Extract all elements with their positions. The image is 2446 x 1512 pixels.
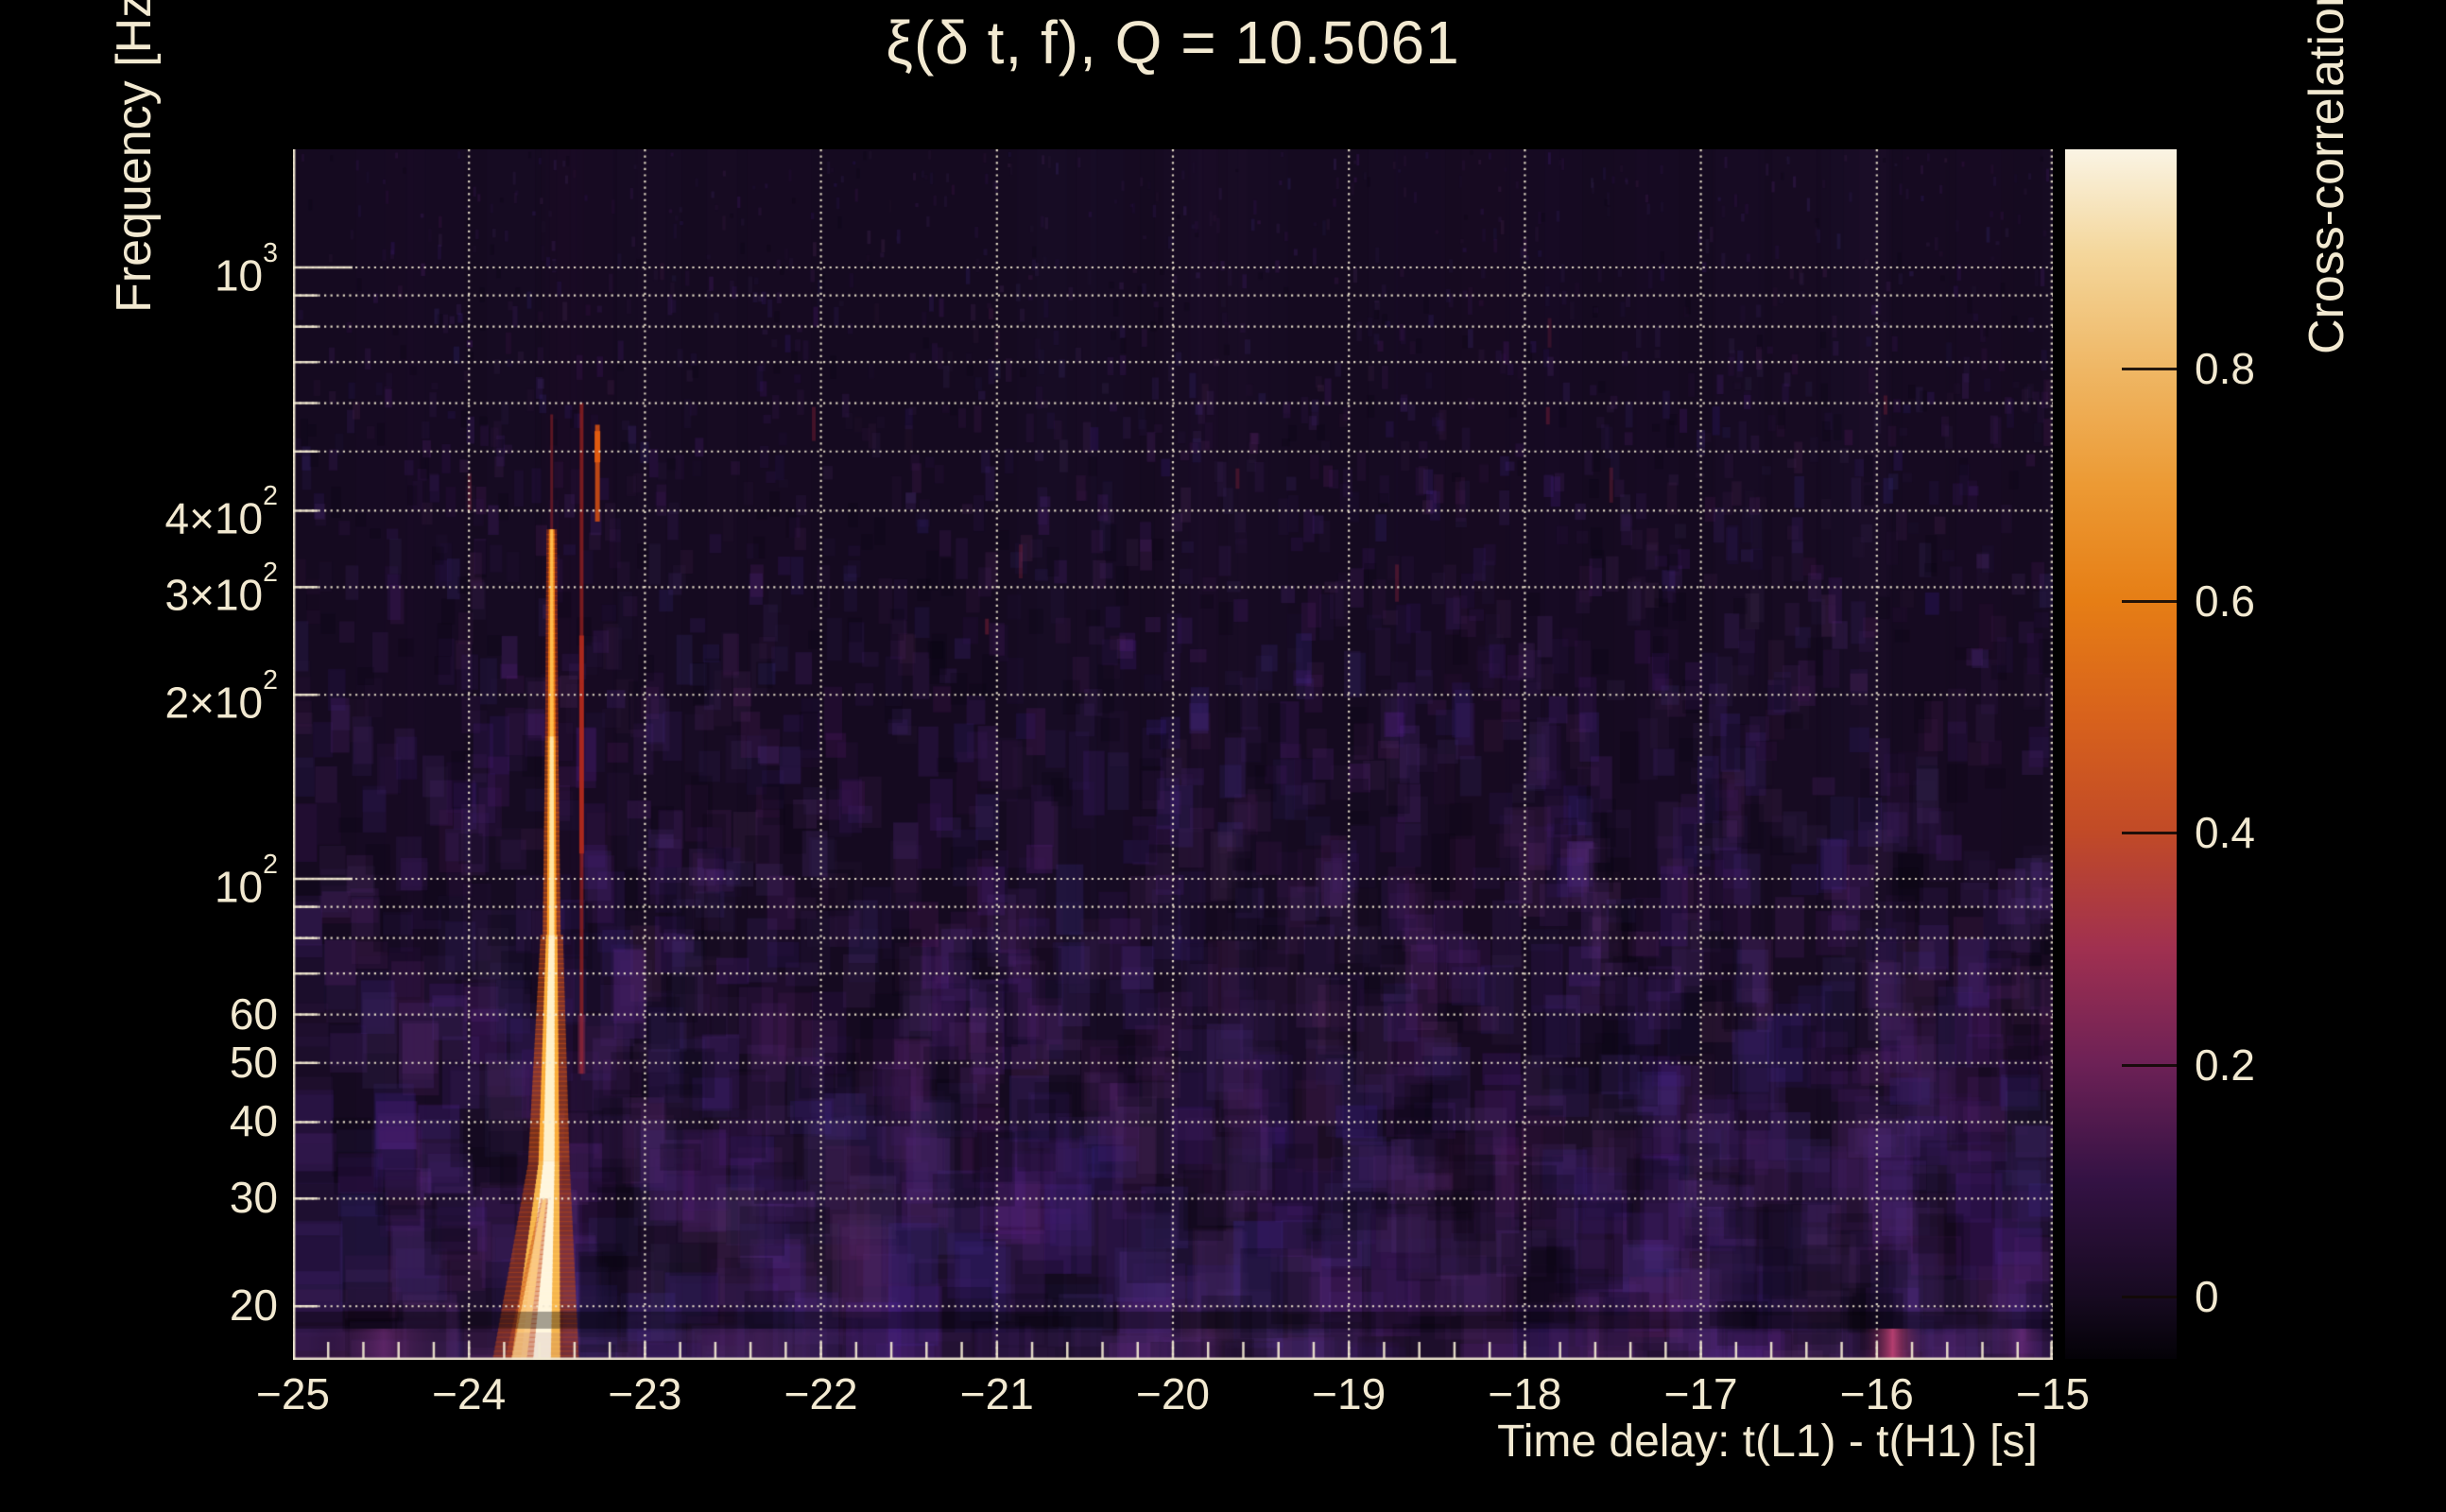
colorbar-tick-label: 0 — [2195, 1272, 2219, 1321]
x-tick-label: −23 — [608, 1369, 682, 1418]
colorbar-tick-label: 0.4 — [2195, 808, 2255, 857]
x-tick-label: −20 — [1135, 1369, 1211, 1418]
y-tick-label: 20 — [229, 1280, 278, 1331]
colorbar-tick-mark — [2122, 832, 2177, 834]
x-tick-label: −15 — [2015, 1369, 2091, 1418]
colorbar-tick-label: 0.2 — [2195, 1040, 2255, 1090]
colorbar-tick-mark — [2122, 1063, 2177, 1067]
colorbar-tick-mark — [2122, 1296, 2177, 1298]
x-tick-label: −18 — [1488, 1369, 1562, 1418]
plot-title: ξ(δ t, f), Q = 10.5061 — [886, 9, 1460, 77]
x-tick-label: −16 — [1839, 1369, 1914, 1418]
y-tick-label: 60 — [229, 988, 278, 1039]
y-tick-label: 3×102 — [164, 558, 278, 620]
x-tick-label: −17 — [1663, 1369, 1738, 1418]
spectrogram-canvas — [293, 149, 2053, 1360]
y-tick-label: 103 — [214, 237, 278, 301]
x-tick-label: −22 — [784, 1369, 858, 1418]
x-tick-label: −19 — [1312, 1369, 1387, 1418]
x-axis-label: Time delay: t(L1) - t(H1) [s] — [1497, 1417, 2038, 1467]
x-tick-label: −24 — [432, 1369, 507, 1418]
colorbar — [2065, 149, 2177, 1359]
y-tick-label: 40 — [229, 1096, 278, 1146]
y-tick-label: 2×102 — [164, 664, 278, 728]
colorbar-tick-label: 0.6 — [2195, 576, 2255, 626]
x-tick-label: −21 — [959, 1369, 1034, 1418]
y-tick-label: 50 — [229, 1037, 278, 1087]
y-tick-label: 30 — [229, 1173, 278, 1223]
colorbar-tick-mark — [2122, 599, 2177, 603]
colorbar-tick-mark — [2122, 368, 2177, 370]
colorbar-tick-label: 0.8 — [2195, 344, 2255, 393]
x-tick-label: −25 — [255, 1369, 331, 1418]
y-tick-label: 4×102 — [164, 481, 278, 543]
y-tick-label: 102 — [214, 849, 278, 912]
